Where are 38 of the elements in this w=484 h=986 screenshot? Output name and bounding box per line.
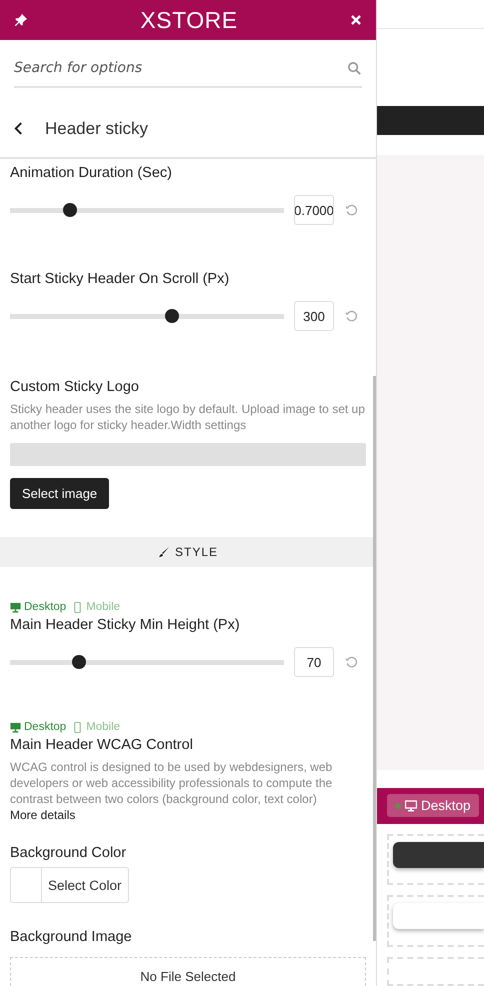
phone-icon <box>72 722 84 732</box>
option-label: Animation Duration (Sec) <box>10 165 173 181</box>
device-toggle[interactable]: Desktop <box>10 601 66 613</box>
section-title: Header sticky <box>45 118 148 138</box>
monitor-icon <box>10 602 21 612</box>
phone-icon <box>72 602 84 612</box>
option-label: Background Image <box>10 929 133 945</box>
select-image-button[interactable]: Select image <box>10 478 110 509</box>
back-icon[interactable] <box>14 121 23 136</box>
slider-thumb[interactable] <box>63 203 78 217</box>
monitor-icon <box>10 722 21 732</box>
option-description: Sticky header uses the site logo by default. Upload image to set up another logo for sticky header.Width settings <box>10 401 366 433</box>
device-button[interactable]: Desktop <box>387 794 479 818</box>
pin-icon[interactable] <box>14 13 28 27</box>
option-label: Main Header WCAG Control <box>10 737 194 753</box>
number-input[interactable]: 300 <box>294 301 334 331</box>
device-toggle[interactable]: Desktop <box>10 721 66 733</box>
brush-icon <box>158 546 170 558</box>
option-label: Background Color <box>10 845 128 861</box>
option-label: Main Header Sticky Min Height (Px) <box>10 617 241 633</box>
option-label: Custom Sticky Logo <box>10 379 140 395</box>
slider-thumb[interactable] <box>164 309 179 323</box>
option-description: WCAG control is designed to be used by webdesigners, web developers or web accessibility professionals to compute the contrast between two colors (background color, text color) More details <box>10 759 334 823</box>
more-details-link[interactable]: More details <box>10 808 76 822</box>
close-icon[interactable] <box>350 14 362 26</box>
style-section-header[interactable]: STYLE <box>0 537 376 567</box>
monitor-icon <box>405 800 417 812</box>
element-slot[interactable] <box>387 834 484 886</box>
slider-thumb[interactable] <box>72 655 86 669</box>
search-field[interactable]: Search for options <box>14 60 347 76</box>
color-picker-button[interactable]: Select Color <box>10 867 129 903</box>
number-input[interactable]: 0.7000 <box>294 195 334 225</box>
search-icon <box>347 60 362 76</box>
logo: XSTORE <box>140 6 238 34</box>
scrollbar[interactable] <box>373 376 376 941</box>
file-dropzone[interactable]: No File Selected <box>10 957 366 986</box>
option-label: Start Sticky Header On Scroll (Px) <box>10 271 230 287</box>
number-input[interactable]: 70 <box>294 647 334 677</box>
